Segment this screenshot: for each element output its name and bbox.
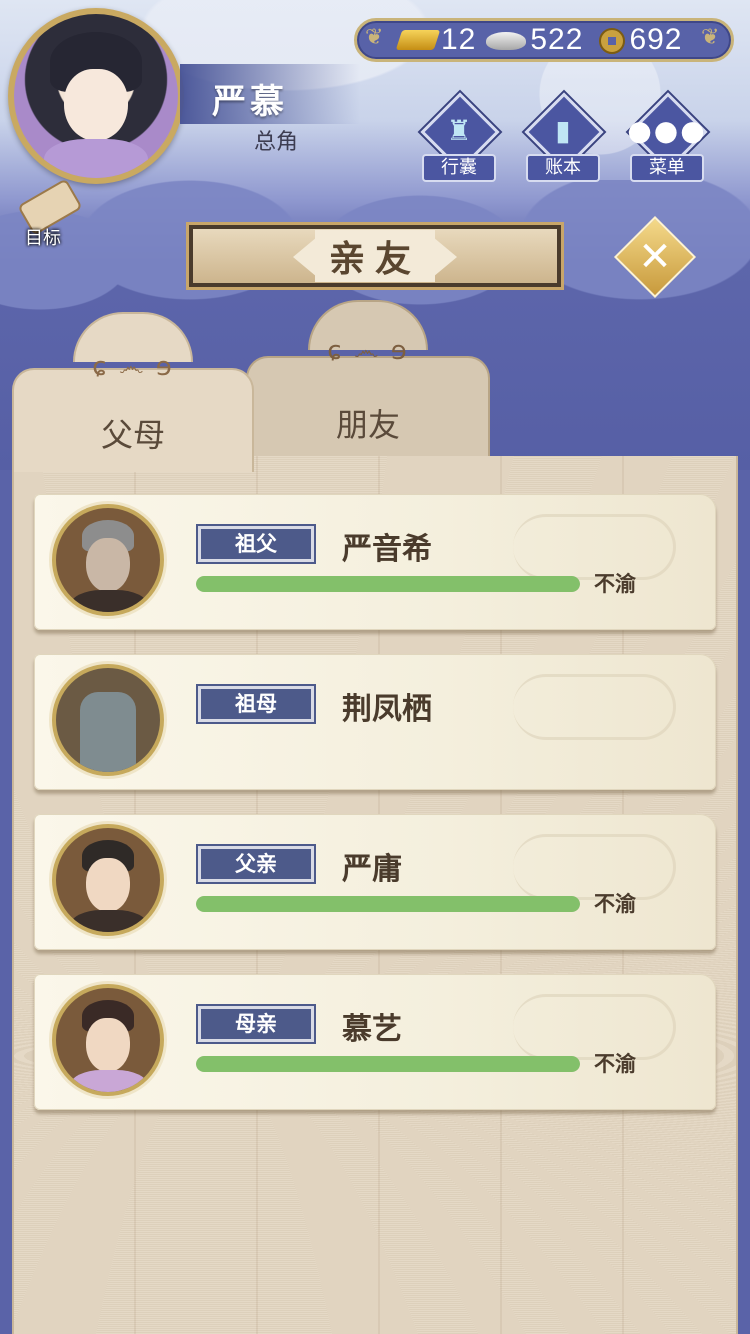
close-icon[interactable]: ✕ <box>626 230 684 284</box>
avatar-robe <box>44 139 148 178</box>
relative-name: 严庸 <box>342 852 402 887</box>
relative-portrait <box>52 504 164 616</box>
swirl-ornament-icon: ɕ ෴ ɘ <box>327 336 409 366</box>
list-item[interactable]: 祖父 严音希 不渝 <box>34 494 716 630</box>
player-age-title: 总角 <box>254 130 299 155</box>
copper-amount: 692 <box>629 23 683 56</box>
relation-badge: 祖父 <box>198 526 314 562</box>
swirl-ornament-icon: ɕ ෴ ɘ <box>92 352 174 382</box>
relative-name: 慕艺 <box>342 1012 402 1047</box>
bamboo-icon: ❦ <box>365 25 384 50</box>
gold-amount: 12 <box>441 23 477 56</box>
affinity-bar-fill <box>196 576 580 592</box>
relation-badge: 祖母 <box>198 686 314 722</box>
tombstone-portrait <box>52 664 164 776</box>
menu-label: 菜单 <box>630 154 704 182</box>
list-item[interactable]: 祖母 荆凤栖 <box>34 654 716 790</box>
goal-button[interactable]: 目标 <box>8 178 83 250</box>
relationship-status: 不渝 <box>594 1052 636 1076</box>
relationship-status: 不渝 <box>594 892 636 916</box>
relation-badge: 母亲 <box>198 1006 314 1042</box>
bamboo-icon: ❦ <box>701 25 720 50</box>
bag-button[interactable]: ♜ 行囊 <box>414 92 504 182</box>
player-name: 严慕 <box>212 82 288 122</box>
more-dots-icon: ●●● <box>627 114 707 147</box>
relationship-status: 不渝 <box>594 572 636 596</box>
silver-ingot-icon <box>486 26 527 54</box>
list-item[interactable]: 父亲 严庸 不渝 <box>34 814 716 950</box>
banner-inner: 亲友 <box>193 229 557 283</box>
bag-label: 行囊 <box>422 154 496 182</box>
bag-icon: ♜ <box>446 114 472 147</box>
tab-parents[interactable]: ɕ ෴ ɘ 父母 <box>12 312 254 472</box>
player-avatar[interactable] <box>8 8 184 184</box>
silver-amount: 522 <box>530 23 584 56</box>
tab-friends[interactable]: ɕ ෴ ɘ 朋友 <box>246 300 490 460</box>
avatar-face <box>64 69 128 141</box>
goal-label: 目标 <box>25 228 61 249</box>
ledger-icon: ▮ <box>555 114 571 147</box>
copper-coin-icon <box>593 26 626 54</box>
ledger-button[interactable]: ▮ 账本 <box>518 92 608 182</box>
menu-button[interactable]: ●●● 菜单 <box>622 92 712 182</box>
list-item[interactable]: 母亲 慕艺 不渝 <box>34 974 716 1110</box>
gold-bar-icon <box>395 26 441 54</box>
avatar-portrait <box>14 14 178 178</box>
relative-name: 荆凤栖 <box>342 692 432 727</box>
affinity-bar <box>196 1056 580 1072</box>
tab-parents-label: 父母 <box>100 416 165 454</box>
panel-title-banner: 亲友 <box>186 222 564 290</box>
panel-title: 亲友 <box>314 230 435 282</box>
relative-portrait <box>52 824 164 936</box>
relative-portrait <box>52 984 164 1096</box>
ledger-label: 账本 <box>526 154 600 182</box>
relative-name: 严音希 <box>342 532 432 567</box>
affinity-bar <box>196 896 580 912</box>
tab-friends-label: 朋友 <box>335 406 400 444</box>
affinity-bar-fill <box>196 1056 580 1072</box>
affinity-bar-fill <box>196 896 580 912</box>
affinity-bar <box>196 576 580 592</box>
relation-badge: 父亲 <box>198 846 314 882</box>
currency-bar: ❦ 12 522 692 ❦ <box>354 18 734 62</box>
